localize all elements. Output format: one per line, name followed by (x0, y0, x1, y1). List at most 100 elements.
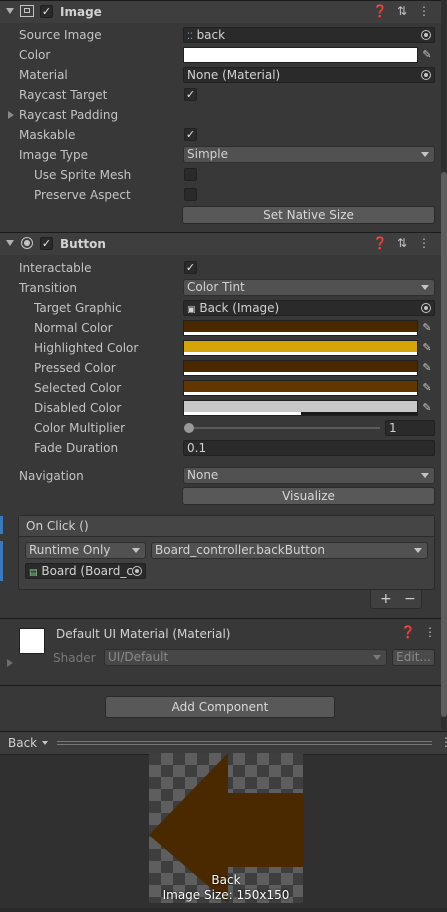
object-picker-icon[interactable] (421, 303, 431, 313)
raycast-target-row: Raycast Target ✓ (0, 85, 441, 105)
eyedropper-icon[interactable]: ✎ (420, 381, 434, 395)
chevron-down-icon (421, 152, 429, 157)
add-component-button[interactable]: Add Component (105, 696, 335, 718)
fade-duration-input[interactable]: 0.1 (183, 440, 435, 456)
sprite-icon: ⁚⁚ (187, 32, 193, 42)
button-enabled-checkbox[interactable]: ✓ (40, 237, 53, 250)
runtime-mode-value: Runtime Only (29, 543, 111, 557)
object-picker-icon[interactable] (421, 30, 431, 40)
help-icon[interactable]: ❓ (397, 625, 419, 639)
image-enabled-checkbox[interactable]: ✓ (40, 5, 53, 18)
maskable-label: Maskable (19, 128, 76, 142)
chevron-down-icon (421, 473, 429, 478)
maskable-checkbox[interactable]: ✓ (184, 128, 197, 141)
foldout-arrow-icon[interactable] (8, 111, 14, 119)
image-type-dropdown[interactable]: Simple (183, 146, 435, 163)
normal-color-row: Normal Color ✎ (0, 318, 441, 338)
help-icon[interactable]: ❓ (369, 236, 391, 250)
transition-label: Transition (19, 281, 78, 295)
use-sprite-mesh-row: Use Sprite Mesh (0, 165, 441, 185)
source-image-row: Source Image ⁚⁚ back (0, 25, 441, 45)
transition-dropdown[interactable]: Color Tint (183, 279, 435, 296)
navigation-row: Navigation None (0, 466, 441, 486)
color-row: Color ✎ (0, 45, 441, 65)
eyedropper-icon[interactable]: ✎ (420, 48, 434, 62)
pressed-color-swatch[interactable] (183, 360, 418, 376)
object-picker-icon[interactable] (421, 70, 431, 80)
material-row: Material None (Material) (0, 65, 441, 85)
selection-marker (0, 541, 3, 581)
more-menu-icon[interactable]: ⋮ (440, 735, 447, 749)
foldout-arrow-icon[interactable] (6, 240, 14, 246)
material-field[interactable]: None (Material) (183, 67, 435, 83)
image-header-icons: ❓ ⇅ ⋮ (369, 4, 435, 18)
raycast-target-label: Raycast Target (19, 88, 108, 102)
set-native-size-button[interactable]: Set Native Size (182, 206, 435, 224)
divider (0, 618, 441, 619)
foldout-arrow-icon[interactable] (6, 8, 14, 14)
color-multiplier-label: Color Multiplier (34, 421, 126, 435)
function-dropdown[interactable]: Board_controller.backButton (151, 542, 428, 559)
preserve-aspect-checkbox[interactable] (184, 188, 197, 201)
fade-duration-label: Fade Duration (34, 441, 119, 455)
chevron-down-icon (42, 741, 48, 745)
eyedropper-icon[interactable]: ✎ (420, 401, 434, 415)
button-component-title: Button (60, 237, 106, 251)
eyedropper-icon[interactable]: ✎ (420, 321, 434, 335)
visualize-button[interactable]: Visualize (182, 487, 435, 505)
source-image-field[interactable]: ⁚⁚ back (183, 27, 435, 43)
navigation-dropdown[interactable]: None (183, 467, 435, 484)
event-list-footer: + − (370, 590, 422, 609)
target-graphic-value: Back (Image) (199, 301, 280, 315)
use-sprite-mesh-checkbox[interactable] (184, 168, 197, 181)
more-menu-icon[interactable]: ⋮ (419, 625, 441, 639)
selected-color-swatch[interactable] (183, 380, 418, 396)
chevron-down-icon (132, 548, 140, 553)
preview-image-size: Image Size: 150x150 (162, 888, 290, 902)
button-component-header[interactable]: ✓ Button ❓ ⇅ ⋮ (0, 232, 441, 255)
shader-dropdown[interactable]: UI/Default (104, 649, 387, 666)
normal-color-label: Normal Color (34, 321, 113, 335)
disabled-color-swatch[interactable] (183, 400, 418, 416)
raycast-padding-label: Raycast Padding (19, 108, 119, 122)
preset-icon[interactable]: ⇅ (391, 4, 413, 18)
more-menu-icon[interactable]: ⋮ (413, 236, 435, 250)
preview-splitter[interactable] (57, 741, 432, 742)
button-header-icons: ❓ ⇅ ⋮ (369, 236, 435, 250)
color-multiplier-slider-track[interactable] (186, 427, 380, 429)
image-component-header[interactable]: ✓ Image ❓ ⇅ ⋮ (0, 0, 441, 23)
color-swatch[interactable] (183, 47, 418, 63)
highlighted-color-swatch[interactable] (183, 340, 418, 356)
image-type-row: Image Type Simple (0, 145, 441, 165)
add-event-button[interactable]: + (380, 591, 392, 607)
runtime-mode-dropdown[interactable]: Runtime Only (25, 542, 146, 559)
remove-event-button[interactable]: − (404, 591, 416, 607)
transition-value: Color Tint (187, 280, 245, 294)
preview-toolbar: Back ⋮ (0, 732, 447, 755)
color-multiplier-input[interactable]: 1 (385, 420, 435, 436)
interactable-checkbox[interactable]: ✓ (184, 261, 197, 274)
navigation-value: None (187, 468, 219, 482)
more-menu-icon[interactable]: ⋮ (413, 4, 435, 18)
raycast-target-checkbox[interactable]: ✓ (184, 88, 197, 101)
object-picker-icon[interactable] (132, 566, 142, 576)
shader-edit-button[interactable]: Edit... (392, 649, 435, 666)
inspector-scrollbar-thumb[interactable] (441, 172, 447, 717)
image-type-label: Image Type (19, 148, 88, 162)
foldout-arrow-icon[interactable] (7, 659, 13, 667)
chevron-down-icon (421, 285, 429, 290)
eyedropper-icon[interactable]: ✎ (420, 361, 434, 375)
normal-color-swatch[interactable] (183, 320, 418, 336)
preview-object-dropdown[interactable]: Back (3, 735, 50, 752)
target-graphic-field[interactable]: ▣ Back (Image) (183, 300, 435, 316)
image-component-icon (20, 5, 34, 17)
source-image-label: Source Image (19, 28, 102, 42)
target-object-field[interactable]: ▤ Board (Board_c (25, 563, 146, 579)
color-multiplier-slider-thumb[interactable] (184, 423, 194, 433)
eyedropper-icon[interactable]: ✎ (420, 341, 434, 355)
raycast-padding-row[interactable]: Raycast Padding (0, 105, 441, 125)
preset-icon[interactable]: ⇅ (391, 236, 413, 250)
material-preview-thumbnail (19, 628, 45, 654)
highlighted-color-label: Highlighted Color (34, 341, 139, 355)
help-icon[interactable]: ❓ (369, 4, 391, 18)
